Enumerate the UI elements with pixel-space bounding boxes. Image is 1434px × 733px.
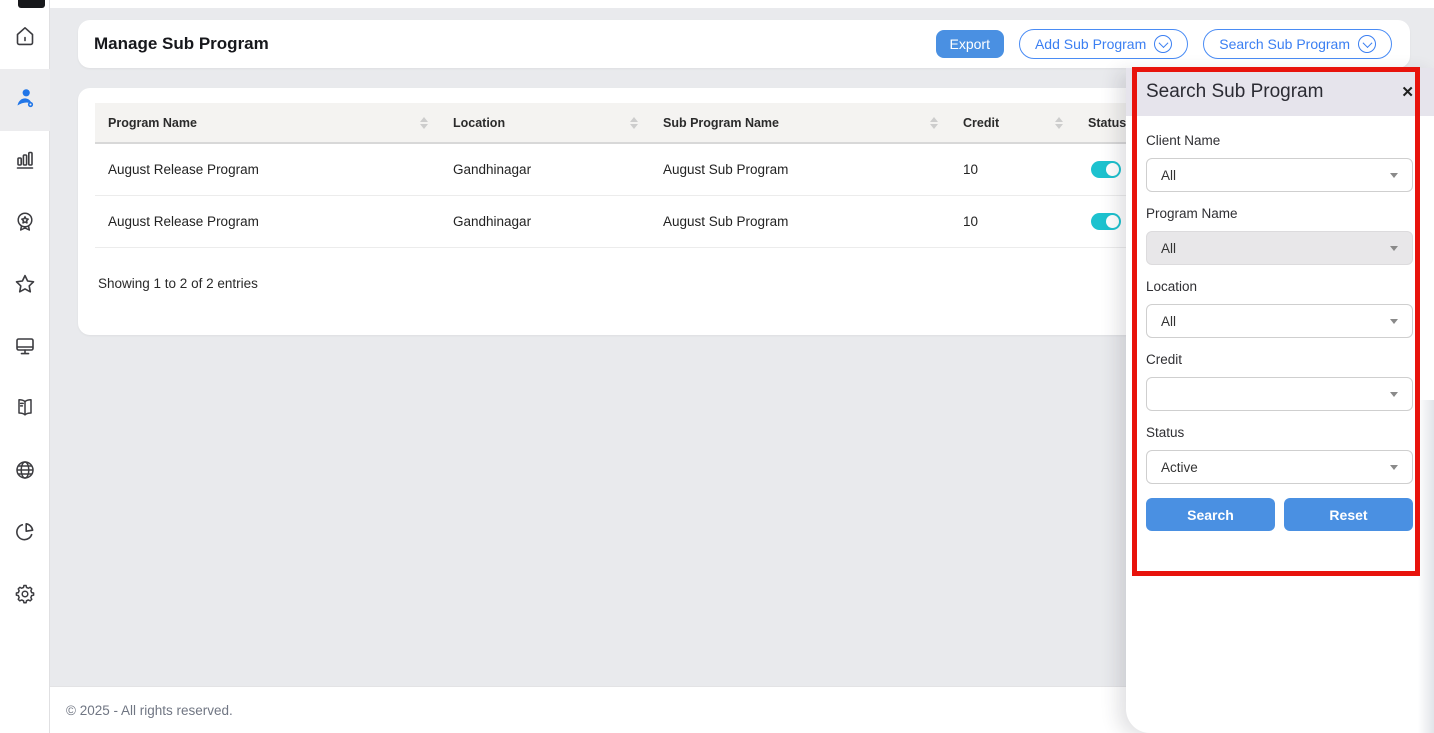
chevron-down-circle-icon <box>1358 35 1376 53</box>
sidebar-item-devices[interactable] <box>0 317 50 379</box>
add-sub-program-button[interactable]: Add Sub Program <box>1019 29 1188 59</box>
sort-icon[interactable] <box>420 117 428 129</box>
page-title: Manage Sub Program <box>94 34 269 54</box>
pie-chart-icon <box>13 520 37 549</box>
column-header-location[interactable]: Location <box>440 103 650 143</box>
status-toggle[interactable] <box>1091 213 1121 230</box>
search-sub-program-button[interactable]: Search Sub Program <box>1203 29 1392 59</box>
sidebar-item-favorites[interactable] <box>0 255 50 317</box>
monitor-icon <box>13 334 37 363</box>
credit-select[interactable] <box>1146 377 1413 411</box>
sidebar-item-analytics[interactable] <box>0 503 50 565</box>
cell-location: Gandhinagar <box>440 195 650 247</box>
panel-header: Search Sub Program ✕ <box>1126 68 1434 116</box>
search-sub-program-panel: Search Sub Program ✕ Client Name All Pro… <box>1126 68 1434 733</box>
client-name-select[interactable]: All <box>1146 158 1413 192</box>
gear-icon <box>13 582 37 611</box>
panel-body: Client Name All Program Name All Locatio… <box>1126 116 1434 531</box>
sidebar-item-manage-users[interactable] <box>0 69 50 131</box>
credit-label: Credit <box>1146 352 1413 367</box>
chevron-down-icon <box>1390 319 1398 324</box>
cell-credit: 10 <box>950 143 1075 195</box>
sidebar-item-library[interactable] <box>0 379 50 441</box>
sort-icon[interactable] <box>630 117 638 129</box>
panel-title: Search Sub Program <box>1146 81 1323 103</box>
book-icon <box>13 396 37 425</box>
copyright-text: © 2025 - All rights reserved. <box>66 703 233 718</box>
sidebar-item-badge[interactable] <box>0 193 50 255</box>
logo-fragment <box>18 0 45 8</box>
column-header-credit[interactable]: Credit <box>950 103 1075 143</box>
reset-button[interactable]: Reset <box>1284 498 1413 531</box>
search-sub-program-label: Search Sub Program <box>1219 36 1350 52</box>
column-header-program-name[interactable]: Program Name <box>95 103 440 143</box>
chevron-down-icon <box>1390 173 1398 178</box>
bar-chart-icon <box>13 148 37 177</box>
close-icon[interactable]: ✕ <box>1401 85 1414 100</box>
chevron-down-icon <box>1390 246 1398 251</box>
sort-icon[interactable] <box>930 117 938 129</box>
star-icon <box>13 272 37 301</box>
user-gear-icon <box>13 86 37 115</box>
cell-program-name: August Release Program <box>95 143 440 195</box>
chevron-down-circle-icon <box>1154 35 1172 53</box>
cell-credit: 10 <box>950 195 1075 247</box>
sidebar-item-web[interactable] <box>0 441 50 503</box>
home-icon <box>13 24 37 53</box>
sidebar <box>0 0 50 733</box>
sidebar-item-settings[interactable] <box>0 565 50 627</box>
client-name-label: Client Name <box>1146 133 1413 148</box>
program-name-label: Program Name <box>1146 206 1413 221</box>
sort-icon[interactable] <box>1055 117 1063 129</box>
export-button[interactable]: Export <box>936 30 1004 58</box>
search-button[interactable]: Search <box>1146 498 1275 531</box>
cell-location: Gandhinagar <box>440 143 650 195</box>
status-toggle[interactable] <box>1091 161 1121 178</box>
cell-sub-program-name: August Sub Program <box>650 195 950 247</box>
chevron-down-icon <box>1390 465 1398 470</box>
sidebar-item-home[interactable] <box>0 7 50 69</box>
chevron-down-icon <box>1390 392 1398 397</box>
header-actions: Export Add Sub Program Search Sub Progra… <box>936 29 1393 59</box>
column-header-sub-program-name[interactable]: Sub Program Name <box>650 103 950 143</box>
add-sub-program-label: Add Sub Program <box>1035 36 1146 52</box>
cell-program-name: August Release Program <box>95 195 440 247</box>
program-name-select: All <box>1146 231 1413 265</box>
badge-star-icon <box>13 210 37 239</box>
location-label: Location <box>1146 279 1413 294</box>
location-select[interactable]: All <box>1146 304 1413 338</box>
status-select[interactable]: Active <box>1146 450 1413 484</box>
globe-icon <box>13 458 37 487</box>
cell-sub-program-name: August Sub Program <box>650 143 950 195</box>
sidebar-item-reports[interactable] <box>0 131 50 193</box>
page-header: Manage Sub Program Export Add Sub Progra… <box>78 20 1410 68</box>
status-label: Status <box>1146 425 1413 440</box>
